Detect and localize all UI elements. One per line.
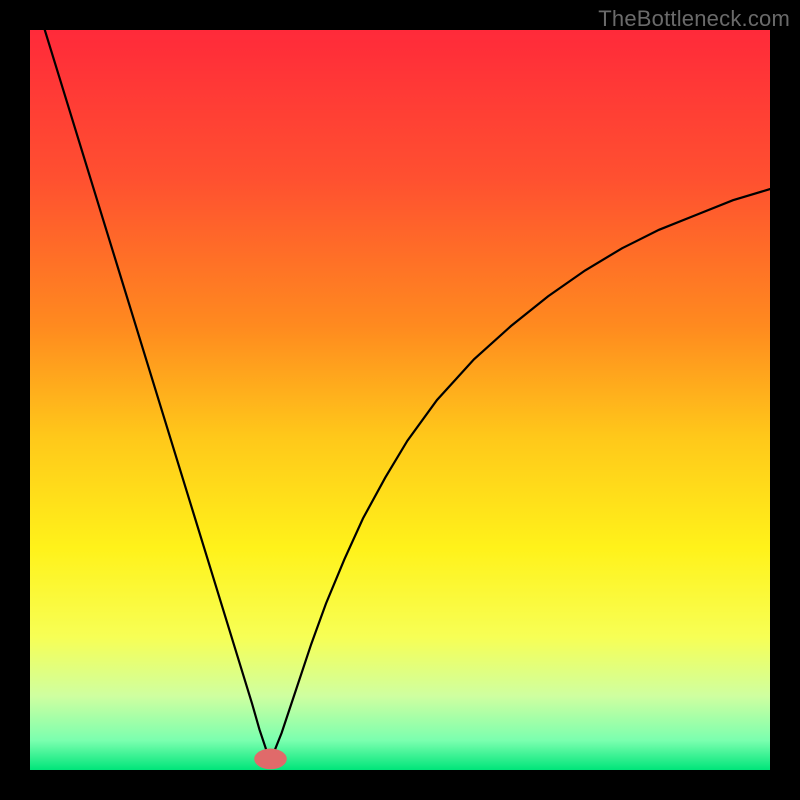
chart-background [30, 30, 770, 770]
watermark-text: TheBottleneck.com [598, 6, 790, 32]
minimum-marker [254, 749, 287, 770]
chart-frame [30, 30, 770, 770]
chart-svg [30, 30, 770, 770]
